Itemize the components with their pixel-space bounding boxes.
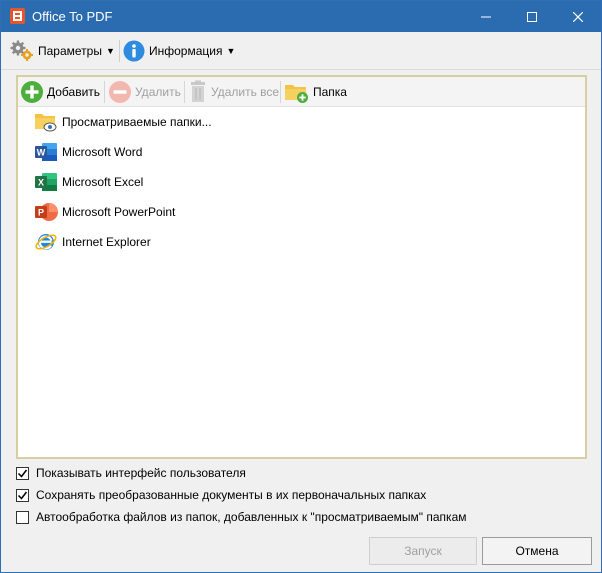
close-icon	[573, 11, 583, 22]
chevron-down-icon: ▼	[226, 45, 236, 56]
info-menu[interactable]: Информация ▼	[123, 38, 235, 63]
add-button[interactable]: Добавить	[20, 79, 100, 104]
info-icon	[123, 40, 145, 61]
app-icon	[10, 8, 25, 24]
add-icon	[21, 80, 43, 103]
list-item-label: Microsoft Word	[62, 145, 143, 159]
checkbox-save-original-folders[interactable]	[16, 488, 29, 502]
source-list-panel: Добавить Удалить Удалить все Папка Просм…	[16, 75, 587, 459]
powerpoint-icon: P	[34, 201, 58, 223]
info-menu-label: Информация	[149, 43, 223, 58]
checkbox-auto-process[interactable]	[16, 510, 29, 524]
remove-all-button-label: Удалить все	[211, 84, 280, 99]
remove-all-button[interactable]: Удалить все	[188, 79, 279, 104]
toolbar-separator	[280, 81, 281, 103]
trash-icon	[191, 80, 205, 102]
app-window: Office To PDF Параметры ▼ Информация ▼ Д…	[0, 0, 602, 573]
remove-button[interactable]: Удалить	[108, 79, 181, 104]
close-button[interactable]	[555, 1, 601, 32]
settings-menu[interactable]: Параметры ▼	[10, 38, 115, 63]
add-folder-button-label: Папка	[313, 84, 347, 99]
svg-text:X: X	[38, 178, 44, 188]
chevron-down-icon: ▼	[105, 45, 115, 56]
maximize-icon	[527, 11, 537, 22]
option-label: Автообработка файлов из папок, добавленн…	[36, 510, 467, 524]
list-item-internet-explorer[interactable]: Internet Explorer	[34, 230, 151, 254]
gear-icon	[10, 40, 33, 61]
list-item-label: Microsoft PowerPoint	[62, 205, 176, 219]
settings-menu-label: Параметры	[38, 43, 102, 58]
list-item-word[interactable]: W Microsoft Word	[34, 140, 142, 164]
remove-icon	[109, 80, 131, 103]
list-item-excel[interactable]: X Microsoft Excel	[34, 170, 143, 194]
list-item-watched-folders[interactable]: Просматриваемые папки...	[34, 110, 212, 134]
add-button-label: Добавить	[47, 84, 101, 99]
option-save-original-folders[interactable]: Сохранять преобразованные документы в их…	[16, 485, 426, 505]
maximize-button[interactable]	[509, 1, 555, 32]
svg-text:P: P	[38, 208, 44, 218]
excel-icon: X	[34, 171, 58, 193]
option-label: Сохранять преобразованные документы в их…	[36, 488, 427, 502]
checkmark-icon	[17, 491, 28, 500]
title-bar[interactable]: Office To PDF	[1, 1, 601, 32]
word-icon: W	[34, 141, 58, 163]
svg-text:W: W	[37, 148, 46, 158]
toolbar-separator	[104, 81, 105, 103]
toolbar-separator	[184, 81, 185, 103]
folder-add-icon	[285, 84, 308, 103]
window-title: Office To PDF	[32, 9, 113, 24]
menu-separator	[119, 40, 120, 62]
start-button[interactable]: Запуск	[369, 537, 477, 565]
internet-explorer-icon	[34, 231, 58, 253]
remove-button-label: Удалить	[135, 84, 181, 99]
option-auto-process[interactable]: Автообработка файлов из папок, добавленн…	[16, 507, 467, 527]
option-show-ui[interactable]: Показывать интерфейс пользователя	[16, 463, 246, 483]
add-folder-button[interactable]: Папка	[284, 79, 347, 104]
minimize-icon	[481, 16, 491, 17]
checkbox-show-ui[interactable]	[16, 466, 29, 480]
minimize-button[interactable]	[463, 1, 509, 32]
list-item-powerpoint[interactable]: P Microsoft PowerPoint	[34, 200, 175, 224]
checkmark-icon	[17, 469, 28, 478]
list-item-label: Microsoft Excel	[62, 175, 144, 189]
option-label: Показывать интерфейс пользователя	[36, 466, 246, 480]
list-toolbar: Добавить Удалить Удалить все Папка	[18, 77, 585, 107]
list-item-label: Просматриваемые папки...	[62, 115, 212, 129]
list-item-label: Internet Explorer	[62, 235, 151, 249]
cancel-button[interactable]: Отмена	[482, 537, 592, 565]
watched-folder-icon	[34, 111, 58, 133]
menu-bar: Параметры ▼ Информация ▼	[1, 32, 601, 70]
